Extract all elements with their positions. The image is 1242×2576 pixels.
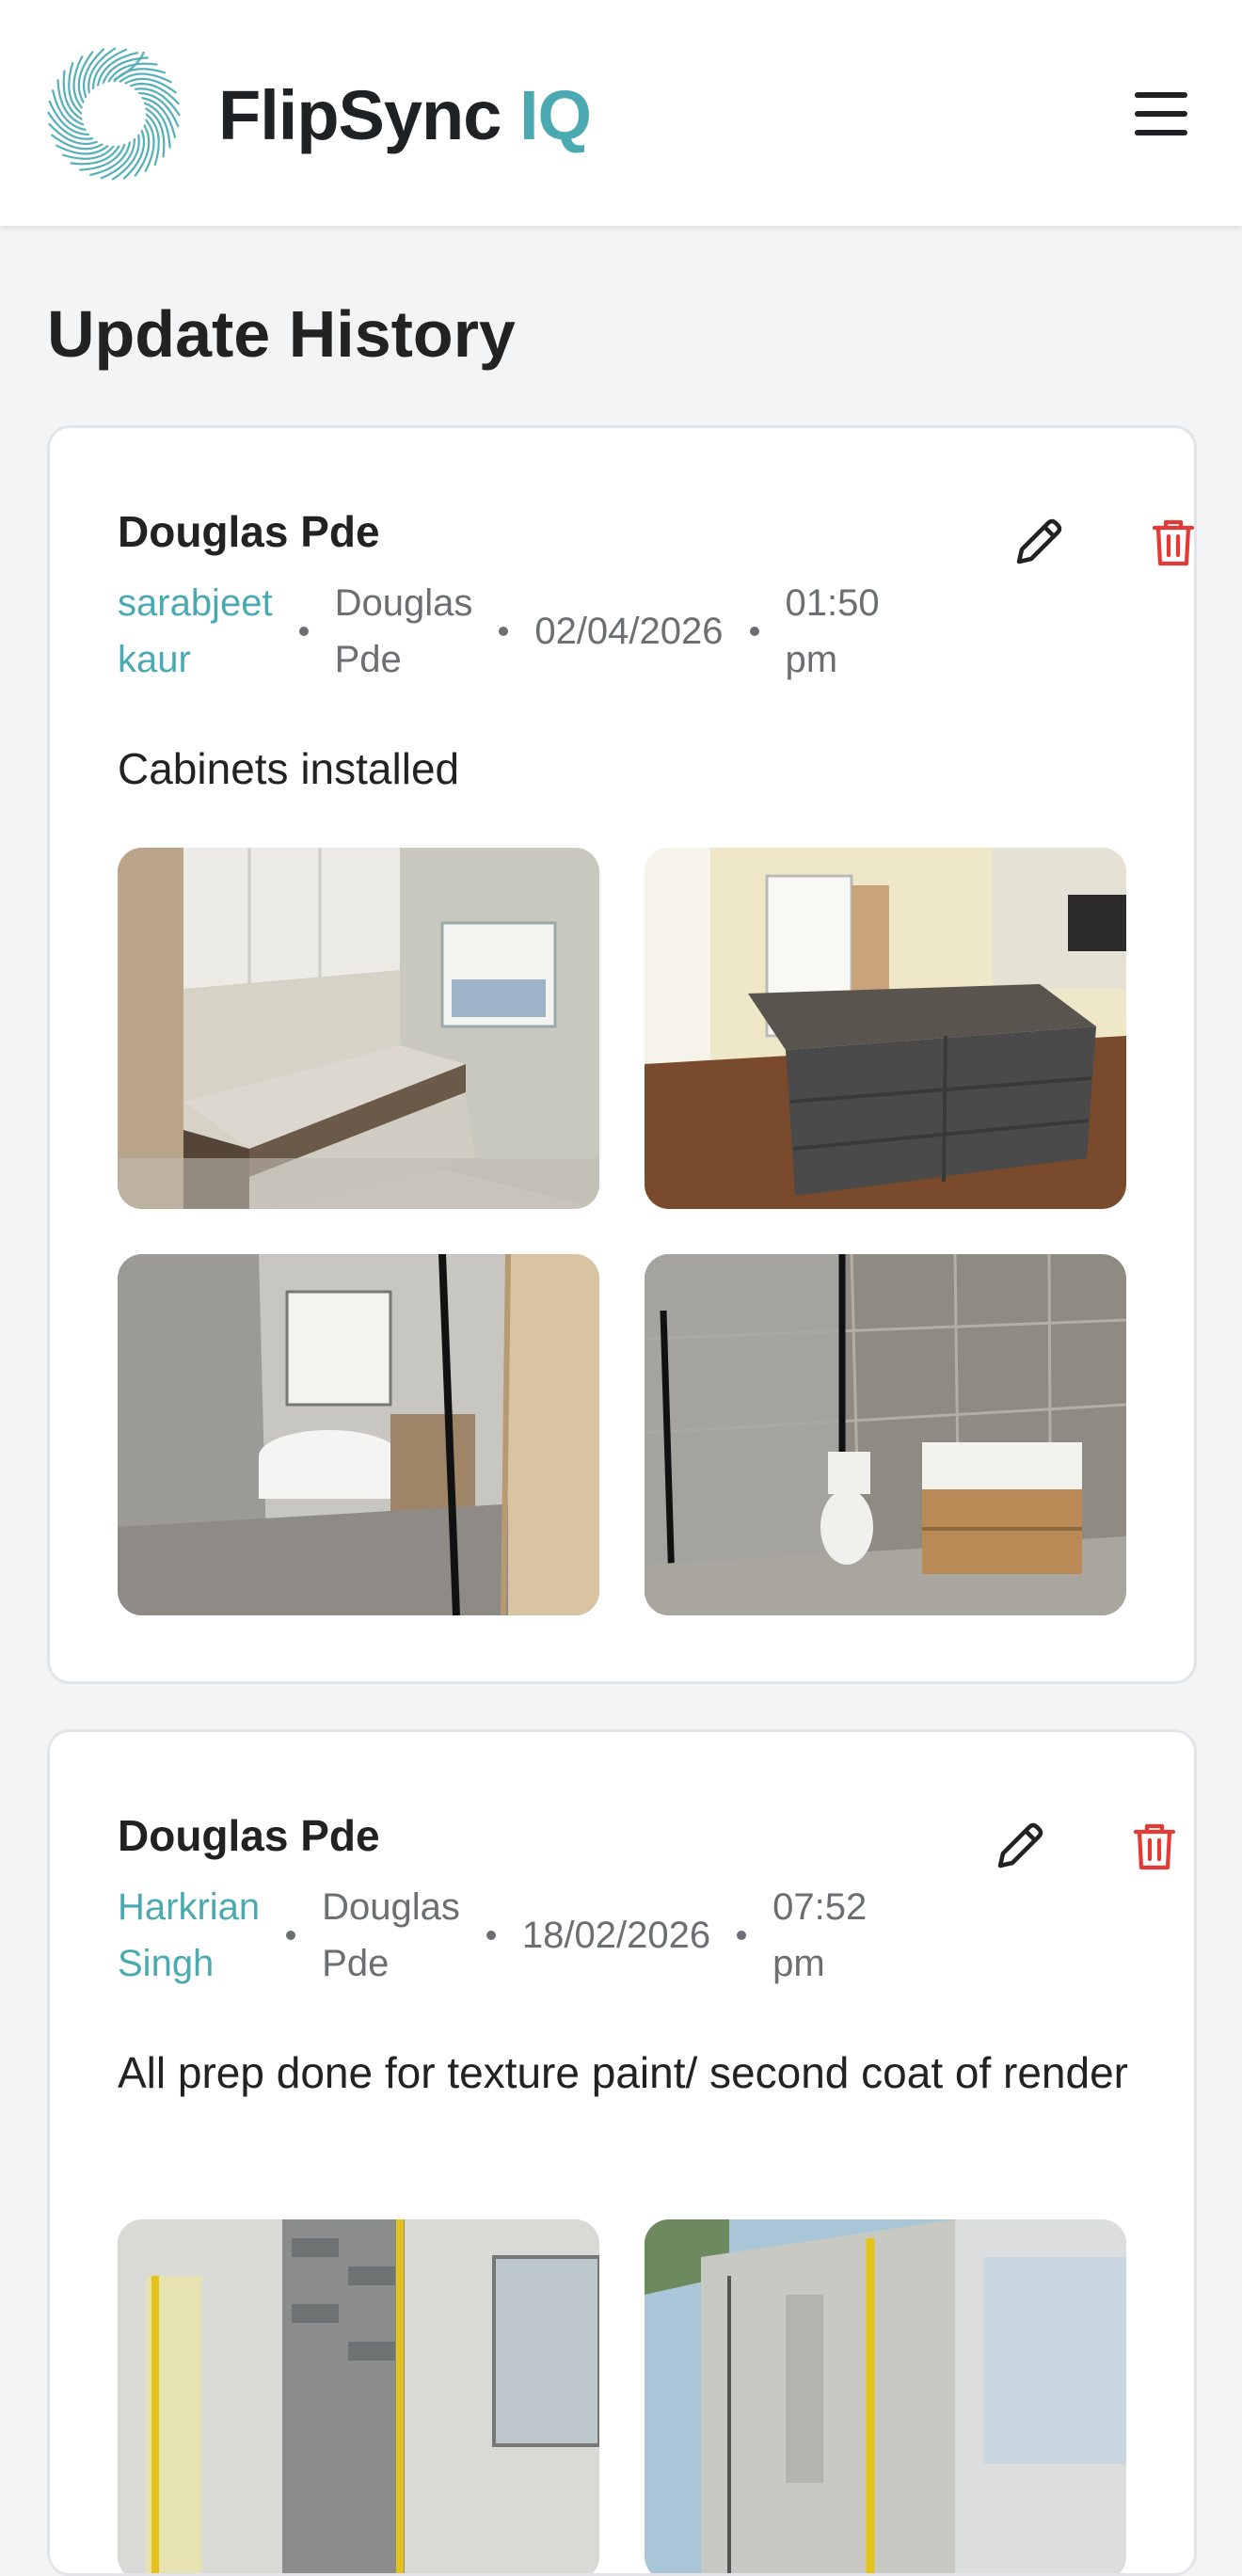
update-card: Douglas Pde Harkrian Singh Douglas Pde 1… (47, 1729, 1197, 2576)
time-line: pm (785, 639, 838, 680)
separator-dot (298, 627, 309, 636)
separator-dot (749, 627, 759, 636)
author-line: sarabjeet (118, 582, 273, 624)
laundry-cabinets-photo[interactable] (118, 848, 599, 1209)
exterior-wall-masking-photo[interactable] (118, 2219, 599, 2573)
time-line: 01:50 (785, 582, 880, 624)
swirl-logo-icon[interactable] (47, 47, 181, 181)
brand-accent: IQ (518, 76, 592, 154)
update-meta: sarabjeet kaur Douglas Pde 02/04/2026 01… (118, 575, 880, 688)
trash-icon[interactable] (1139, 509, 1194, 577)
update-time: 07:52 pm (772, 1879, 867, 1992)
location: Douglas Pde (322, 1879, 460, 1992)
brand-name[interactable]: FlipSync IQ (218, 73, 592, 158)
update-note: Cabinets installed (118, 744, 460, 793)
update-card: Douglas Pde sarabjeet kaur Douglas Pde 0… (47, 425, 1197, 1684)
author-line: Singh (118, 1943, 215, 1984)
author-line: Harkrian (118, 1886, 261, 1928)
location-line: Pde (322, 1943, 390, 1984)
hamburger-menu-icon[interactable] (1125, 83, 1201, 145)
location-line: Pde (334, 639, 402, 680)
pencil-icon[interactable] (985, 1813, 1053, 1881)
separator-dot (499, 627, 509, 636)
time-line: 07:52 (772, 1886, 868, 1928)
author-link[interactable]: sarabjeet kaur (118, 575, 273, 688)
location: Douglas Pde (335, 575, 473, 688)
app-header: FlipSync IQ (0, 0, 1242, 226)
separator-dot (486, 1931, 496, 1940)
trash-icon[interactable] (1121, 1813, 1188, 1881)
exterior-side-wall-photo[interactable] (645, 2219, 1126, 2573)
location-line: Douglas (322, 1886, 460, 1928)
pencil-icon[interactable] (1004, 509, 1072, 577)
bathroom-shower-vanity-photo[interactable] (645, 1254, 1126, 1615)
update-site-name: Douglas Pde (118, 507, 380, 556)
author-line: kaur (118, 639, 191, 680)
bathroom-bathtub-photo[interactable] (118, 1254, 599, 1615)
kitchen-island-photo[interactable] (645, 848, 1126, 1209)
update-site-name: Douglas Pde (118, 1811, 380, 1860)
update-date: 18/02/2026 (521, 1915, 711, 1956)
page-title: Update History (47, 297, 516, 371)
update-time: 01:50 pm (786, 575, 880, 688)
time-line: pm (772, 1943, 825, 1984)
brand-main: FlipSync (218, 76, 502, 154)
separator-dot (737, 1931, 747, 1940)
separator-dot (286, 1931, 296, 1940)
update-date: 02/04/2026 (534, 611, 724, 652)
update-note: All prep done for texture paint/ second … (118, 2048, 1128, 2097)
author-link[interactable]: Harkrian Singh (118, 1879, 260, 1992)
location-line: Douglas (334, 582, 473, 624)
update-meta: Harkrian Singh Douglas Pde 18/02/2026 07… (118, 1879, 867, 1992)
